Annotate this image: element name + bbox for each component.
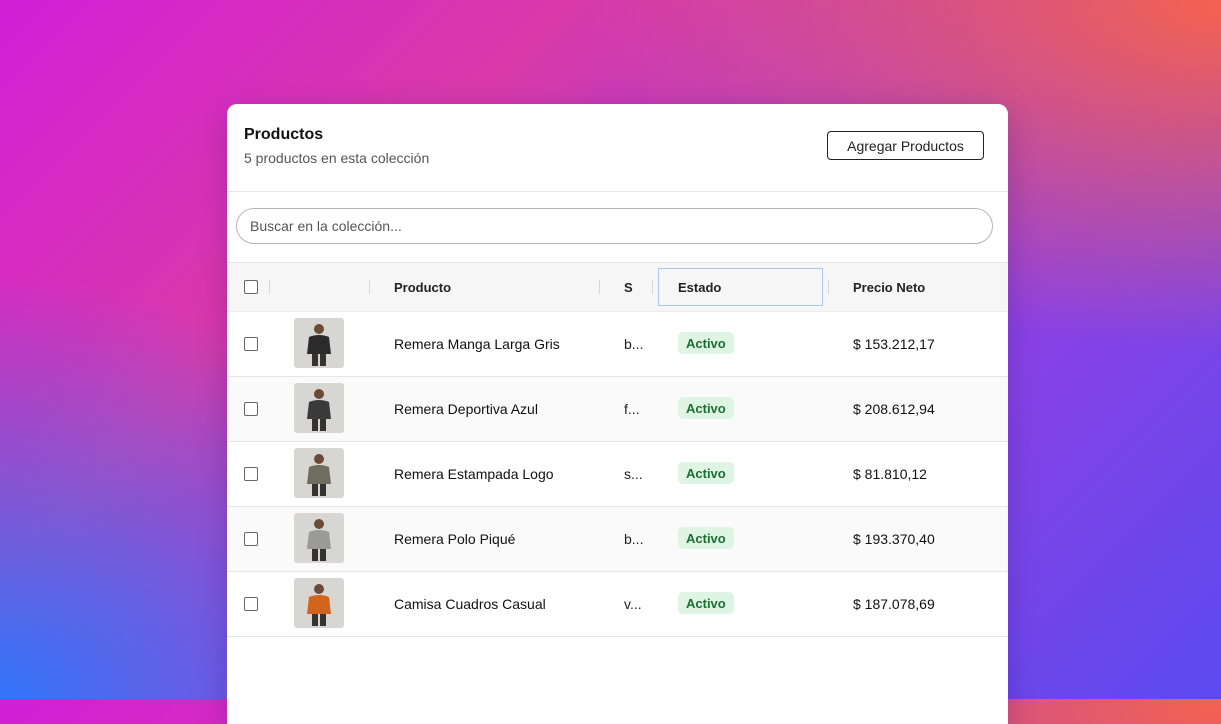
row-checkbox[interactable] (244, 532, 258, 546)
status-badge: Activo (678, 332, 734, 354)
search-bar (227, 192, 1008, 263)
status-badge: Activo (678, 462, 734, 484)
product-name[interactable]: Remera Estampada Logo (394, 442, 554, 506)
product-price: $ 187.078,69 (853, 596, 935, 612)
product-thumbnail[interactable] (294, 383, 344, 433)
column-resize-handle[interactable] (369, 280, 370, 294)
product-price: $ 193.370,40 (853, 531, 935, 547)
table-header: Producto S Estado Precio Neto (227, 263, 1008, 312)
product-s-value: b... (624, 336, 644, 352)
products-card: Productos 5 productos en esta colección … (227, 104, 1008, 724)
table-row[interactable]: Remera Estampada Logo s... Activo $ 81.8… (227, 442, 1008, 507)
search-input[interactable] (236, 208, 993, 244)
row-checkbox[interactable] (244, 597, 258, 611)
card-subtitle: 5 productos en esta colección (244, 150, 430, 166)
product-s-value: b... (624, 531, 644, 547)
column-header-s[interactable]: S (624, 263, 633, 311)
table-row[interactable]: Camisa Cuadros Casual v... Activo $ 187.… (227, 572, 1008, 637)
product-price: $ 208.612,94 (853, 401, 935, 417)
product-thumbnail[interactable] (294, 578, 344, 628)
product-thumbnail[interactable] (294, 318, 344, 368)
row-checkbox[interactable] (244, 337, 258, 351)
product-price: $ 153.212,17 (853, 336, 935, 352)
table-row[interactable]: Remera Manga Larga Gris b... Activo $ 15… (227, 312, 1008, 377)
product-name[interactable]: Remera Polo Piqué (394, 507, 515, 571)
product-name[interactable]: Camisa Cuadros Casual (394, 572, 546, 636)
product-thumbnail[interactable] (294, 448, 344, 498)
table-row[interactable]: Remera Deportiva Azul f... Activo $ 208.… (227, 377, 1008, 442)
column-header-producto[interactable]: Producto (394, 263, 451, 311)
column-header-precio[interactable]: Precio Neto (853, 263, 925, 311)
card-header: Productos 5 productos en esta colección … (227, 104, 1008, 192)
product-name[interactable]: Remera Deportiva Azul (394, 377, 538, 441)
product-price: $ 81.810,12 (853, 466, 927, 482)
table-row[interactable]: Remera Polo Piqué b... Activo $ 193.370,… (227, 507, 1008, 572)
product-thumbnail[interactable] (294, 513, 344, 563)
status-badge: Activo (678, 397, 734, 419)
column-resize-handle[interactable] (599, 280, 600, 294)
product-s-value: f... (624, 401, 640, 417)
table-body: Remera Manga Larga Gris b... Activo $ 15… (227, 312, 1008, 637)
select-all-checkbox[interactable] (244, 280, 258, 294)
row-checkbox[interactable] (244, 402, 258, 416)
column-resize-handle[interactable] (652, 280, 653, 294)
product-s-value: s... (624, 466, 643, 482)
card-title: Productos (244, 126, 324, 143)
product-name[interactable]: Remera Manga Larga Gris (394, 312, 560, 376)
status-badge: Activo (678, 592, 734, 614)
column-resize-handle[interactable] (828, 280, 829, 294)
row-checkbox[interactable] (244, 467, 258, 481)
column-header-estado[interactable]: Estado (658, 268, 823, 306)
add-products-button[interactable]: Agregar Productos (827, 131, 984, 160)
column-resize-handle[interactable] (269, 280, 270, 294)
status-badge: Activo (678, 527, 734, 549)
product-s-value: v... (624, 596, 642, 612)
